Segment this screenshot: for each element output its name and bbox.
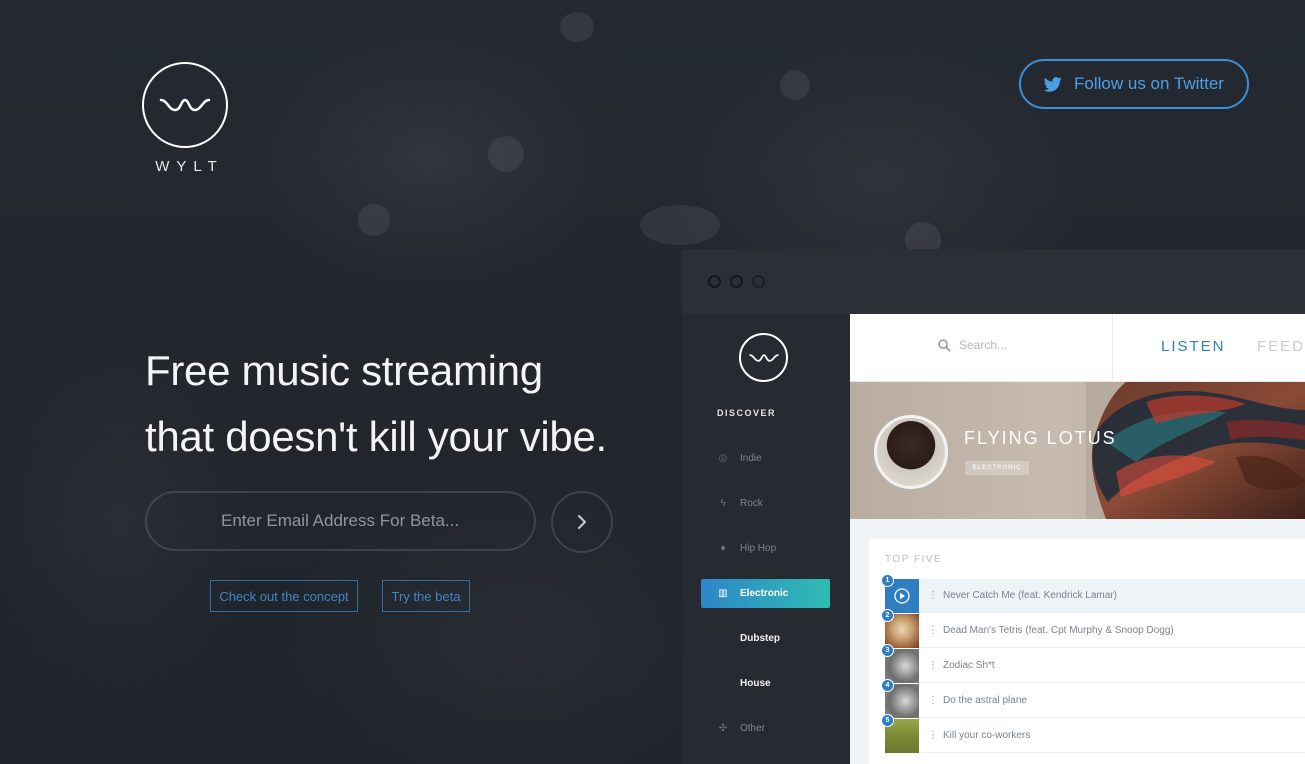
sidebar-heading: DISCOVER — [717, 408, 777, 418]
hero-headline: Free music streaming that doesn't kill y… — [145, 338, 607, 470]
chevron-right-icon — [578, 515, 586, 529]
bokeh-light — [488, 136, 524, 172]
track-rank: 4 — [881, 678, 894, 692]
artist-avatar[interactable] — [874, 415, 948, 489]
headline-line-2: that doesn't kill your vibe. — [145, 413, 607, 460]
track-row[interactable]: 5 ⋮ Kill your co-workers — [881, 713, 1305, 753]
email-placeholder: Enter Email Address For Beta... — [221, 511, 460, 530]
topbar-divider — [1112, 314, 1113, 382]
track-rank: 3 — [881, 643, 894, 657]
app-preview: DISCOVER ◎ Indie ϟ Rock ♦ Hip Hop ▥ Elec… — [682, 249, 1305, 764]
search-icon — [938, 338, 951, 352]
artist-cover-art — [1086, 382, 1305, 519]
top-five-title: TOP FIVE — [885, 554, 943, 565]
track-menu-icon[interactable]: ⋮ — [923, 590, 943, 601]
sidebar-item-label: Indie — [740, 453, 762, 464]
tab-listen[interactable]: LISTEN — [1161, 338, 1226, 355]
track-row[interactable]: 1 ⋮ Never Catch Me (feat. Kendrick Lamar… — [881, 573, 1305, 613]
app-main: Search... LISTEN FEED FLYING LOTUS ELECT… — [850, 314, 1305, 764]
bokeh-light — [780, 70, 810, 100]
track-menu-icon[interactable]: ⋮ — [923, 730, 943, 741]
track-menu-icon[interactable]: ⋮ — [923, 625, 943, 636]
track-title: Zodiac Sh*t — [943, 660, 995, 671]
sidebar-item-hip-hop[interactable]: ♦ Hip Hop — [701, 534, 830, 563]
sidebar-item-label: House — [740, 678, 771, 689]
track-menu-icon[interactable]: ⋮ — [923, 660, 943, 671]
window-maximize-dot[interactable] — [752, 275, 765, 288]
app-search-input[interactable]: Search... — [938, 338, 1007, 352]
try-beta-button[interactable]: Try the beta — [382, 580, 470, 612]
sidebar-item-rock[interactable]: ϟ Rock — [701, 489, 830, 518]
headline-line-1: Free music streaming — [145, 347, 543, 394]
track-title: Do the astral plane — [943, 695, 1027, 706]
track-title: Kill your co-workers — [943, 730, 1031, 741]
track-thumbnail: 4 — [881, 678, 919, 718]
keyboard-icon: ▥ — [718, 588, 728, 599]
beta-link-label: Try the beta — [391, 588, 461, 604]
brand-logo[interactable]: WYLT — [142, 62, 230, 175]
sidebar-item-label: Other — [740, 723, 766, 734]
compass-icon: ✣ — [718, 723, 728, 734]
bokeh-light — [560, 12, 594, 42]
track-rank: 1 — [881, 573, 894, 587]
sidebar-item-indie[interactable]: ◎ Indie — [701, 444, 830, 473]
wave-logo-icon — [142, 62, 228, 148]
genre-badge: ELECTRONIC — [965, 461, 1029, 475]
track-menu-icon[interactable]: ⋮ — [923, 695, 943, 706]
lightning-icon: ϟ — [720, 498, 726, 509]
follow-twitter-button[interactable]: Follow us on Twitter — [1019, 59, 1249, 109]
artist-hero: FLYING LOTUS ELECTRONIC — [850, 382, 1305, 519]
app-topbar: Search... LISTEN FEED — [850, 314, 1305, 382]
track-rank: 2 — [881, 608, 894, 622]
app-sidebar: DISCOVER ◎ Indie ϟ Rock ♦ Hip Hop ▥ Elec… — [682, 314, 850, 764]
window-minimize-dot[interactable] — [730, 275, 743, 288]
top-five-panel: TOP FIVE 1 ⋮ Never Catch Me (feat. Kendr… — [869, 539, 1305, 764]
bokeh-light — [640, 205, 720, 245]
search-placeholder: Search... — [959, 338, 1008, 352]
track-thumbnail: 5 — [881, 713, 919, 753]
email-field[interactable]: Enter Email Address For Beta... — [145, 491, 536, 551]
track-thumbnail: 3 — [881, 643, 919, 683]
window-titlebar — [682, 249, 1305, 314]
app-logo-icon[interactable] — [739, 333, 788, 382]
vinyl-icon: ◎ — [718, 453, 728, 464]
twitter-button-label: Follow us on Twitter — [1074, 74, 1224, 93]
brand-name: WYLT — [155, 158, 224, 175]
track-row[interactable]: 3 ⋮ Zodiac Sh*t — [881, 643, 1305, 683]
twitter-icon — [1044, 76, 1062, 92]
sidebar-item-label: Electronic — [740, 588, 789, 599]
track-thumbnail: 2 — [881, 608, 919, 648]
track-row[interactable]: 2 ⋮ Dead Man's Tetris (feat. Cpt Murphy … — [881, 608, 1305, 648]
track-rank: 5 — [881, 713, 894, 727]
track-row[interactable]: 4 ⋮ Do the astral plane — [881, 678, 1305, 718]
window-close-dot[interactable] — [708, 275, 721, 288]
check-concept-button[interactable]: Check out the concept — [210, 580, 358, 612]
track-thumbnail: 1 — [881, 573, 919, 613]
sidebar-item-other[interactable]: ✣ Other — [701, 714, 830, 743]
track-title: Dead Man's Tetris (feat. Cpt Murphy & Sn… — [943, 625, 1174, 636]
bokeh-light — [358, 204, 390, 236]
microphone-icon: ♦ — [720, 543, 726, 554]
track-title: Never Catch Me (feat. Kendrick Lamar) — [943, 590, 1117, 601]
artist-name[interactable]: FLYING LOTUS — [964, 428, 1117, 449]
tab-feed[interactable]: FEED — [1257, 338, 1305, 355]
sidebar-item-electronic[interactable]: ▥ Electronic — [701, 579, 830, 608]
sidebar-item-label: Dubstep — [740, 633, 780, 644]
sidebar-item-house[interactable]: House — [701, 669, 830, 698]
sidebar-item-label: Rock — [740, 498, 763, 509]
concept-link-label: Check out the concept — [219, 588, 349, 604]
sidebar-item-label: Hip Hop — [740, 543, 777, 554]
submit-email-button[interactable] — [551, 491, 613, 553]
sidebar-item-dubstep[interactable]: Dubstep — [701, 624, 830, 653]
